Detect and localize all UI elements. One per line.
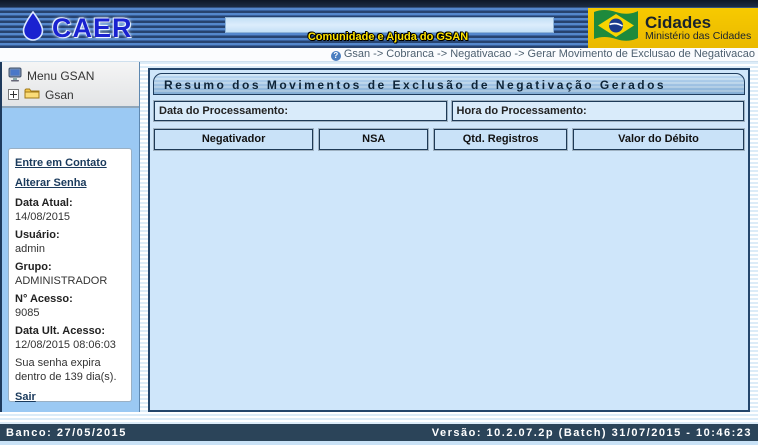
info-value: admin [15,242,125,256]
breadcrumb-path: Gsan -> Cobranca -> Negativacao -> Gerar… [344,48,755,60]
sidebar: Menu GSAN Gsan Entre em Contato Alterar … [0,62,140,412]
info-label: Data Ult. Acesso: [15,324,125,338]
bottom-strip [0,441,758,445]
processing-fields-row: Data do Processamento: Hora do Processam… [153,101,745,121]
session-info-box: Entre em Contato Alterar Senha Data Atua… [8,148,132,402]
help-icon[interactable]: ? [331,51,341,61]
menu-gsan-header: Menu GSAN [8,66,139,85]
info-last-access: Data Ult. Acesso: 12/08/2015 08:06:03 [15,324,125,352]
tree-expand-icon[interactable] [8,89,19,100]
processing-time-label: Hora do Processamento: [457,105,587,117]
info-group: Grupo: ADMINISTRADOR [15,260,125,288]
cidades-logo-box: Cidades Ministério das Cidades [588,8,758,48]
panel-title: Resumo dos Movimentos de Exclusão de Neg… [153,73,745,95]
password-expiry-notice: Sua senha expira dentro de 139 dia(s). [15,356,125,384]
tree-node-gsan[interactable]: Gsan [8,85,139,104]
brazil-flag-icon [593,10,639,47]
results-table-header: Negativador NSA Qtd. Registros Valor do … [153,129,745,150]
footer-bar: Banco: 27/05/2015 Versão: 10.2.07.2p (Ba… [0,424,758,441]
info-label: N° Acesso: [15,292,125,306]
water-drop-icon [20,11,46,46]
cidades-text-block: Cidades Ministério das Cidades [645,14,751,43]
column-header-qtd-registros: Qtd. Registros [434,129,567,150]
column-header-valor-debito: Valor do Débito [573,129,744,150]
column-header-nsa: NSA [319,129,428,150]
info-value: 12/08/2015 08:06:03 [15,338,125,352]
logout-link[interactable]: Sair [15,390,125,404]
contact-link[interactable]: Entre em Contato [15,156,125,170]
caer-logo-text: CAER [52,13,133,44]
info-access-number: N° Acesso: 9085 [15,292,125,320]
info-user: Usuário: admin [15,228,125,256]
cidades-title: Cidades [645,14,751,32]
info-value: 9085 [15,306,125,320]
folder-icon [24,87,40,102]
cidades-subtitle: Ministério das Cidades [645,31,751,42]
menu-tree-box: Menu GSAN Gsan [2,62,139,108]
main-panel: Resumo dos Movimentos de Exclusão de Neg… [148,68,750,412]
info-label: Grupo: [15,260,125,274]
community-help-link[interactable]: Comunidade e Ajuda do GSAN [228,31,548,43]
info-current-date: Data Atual: 14/08/2015 [15,196,125,224]
computer-icon [8,67,22,85]
footer-version: Versão: 10.2.07.2p (Batch) 31/07/2015 - … [432,427,752,439]
processing-date-label: Data do Processamento: [159,105,288,117]
processing-date-field: Data do Processamento: [154,101,447,121]
info-value: ADMINISTRADOR [15,274,125,288]
top-dark-bar [0,0,758,8]
info-value: 14/08/2015 [15,210,125,224]
info-label: Data Atual: [15,196,125,210]
processing-time-field: Hora do Processamento: [452,101,745,121]
caer-logo: CAER [20,11,133,46]
tree-root-label[interactable]: Gsan [45,88,74,102]
breadcrumb: ?Gsan -> Cobranca -> Negativacao -> Gera… [0,48,758,62]
menu-gsan-label: Menu GSAN [27,69,94,83]
column-header-negativador: Negativador [154,129,313,150]
footer-bank-date: Banco: 27/05/2015 [6,427,127,439]
info-label: Usuário: [15,228,125,242]
change-password-link[interactable]: Alterar Senha [15,176,125,190]
